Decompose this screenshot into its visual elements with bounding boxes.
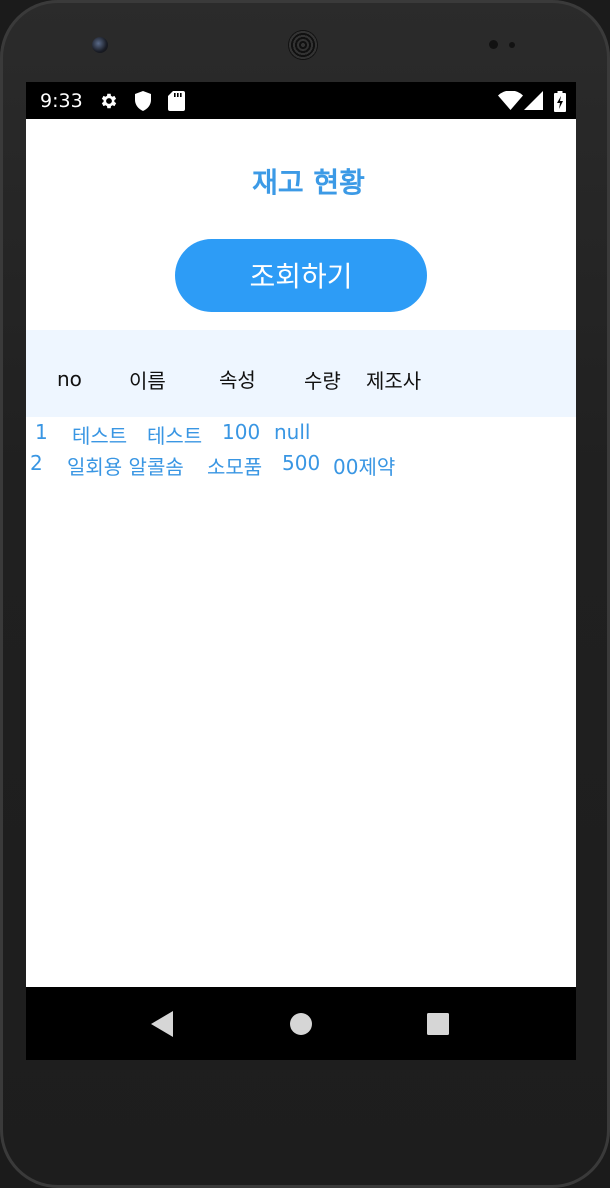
table-header: no 이름 속성 수량 제조사 <box>26 330 576 417</box>
status-time: 9:33 <box>40 90 83 112</box>
cell-quantity: 500 <box>282 451 321 475</box>
cell-attribute: 테스트 <box>147 424 203 448</box>
cell-quantity: 100 <box>222 420 261 444</box>
battery-charging-icon <box>554 91 566 112</box>
gear-icon <box>101 93 117 109</box>
front-camera <box>92 37 108 53</box>
proximity-sensor <box>489 40 498 49</box>
cell-attribute: 소모품 <box>207 455 263 479</box>
header-attribute: 속성 <box>219 368 256 392</box>
light-sensor <box>509 42 515 48</box>
cell-no: 1 <box>35 420 48 444</box>
home-icon[interactable] <box>290 1013 312 1035</box>
status-bar: 9:33 <box>26 82 576 119</box>
signal-icon <box>524 91 543 110</box>
cell-manufacturer: 00제약 <box>333 455 396 479</box>
table-row[interactable]: 1 테스트 테스트 100 null <box>26 420 576 448</box>
navigation-bar <box>26 987 576 1060</box>
sd-card-icon <box>168 91 185 111</box>
header-name: 이름 <box>129 369 166 393</box>
header-quantity: 수량 <box>304 369 341 393</box>
app-screen: 9:33 재고 현황 조회하기 no 이름 속성 수량 제조사 1 테스트 테스… <box>26 82 576 1060</box>
phone-frame: 9:33 재고 현황 조회하기 no 이름 속성 수량 제조사 1 테스트 테스… <box>0 0 610 1188</box>
back-icon[interactable] <box>151 1011 173 1037</box>
wifi-icon <box>498 91 523 110</box>
header-manufacturer: 제조사 <box>366 369 422 393</box>
header-no: no <box>57 367 82 391</box>
query-button[interactable]: 조회하기 <box>175 239 427 312</box>
shield-icon <box>135 91 151 111</box>
recents-icon[interactable] <box>427 1013 449 1035</box>
page-title: 재고 현황 <box>252 166 365 199</box>
cell-manufacturer: null <box>274 420 311 444</box>
earpiece-speaker <box>288 30 318 60</box>
table-row[interactable]: 2 일회용 알콜솜 소모품 500 00제약 <box>26 451 576 479</box>
cell-name: 테스트 <box>72 424 128 448</box>
cell-no: 2 <box>30 451 43 475</box>
cell-name: 일회용 알콜솜 <box>67 455 184 479</box>
